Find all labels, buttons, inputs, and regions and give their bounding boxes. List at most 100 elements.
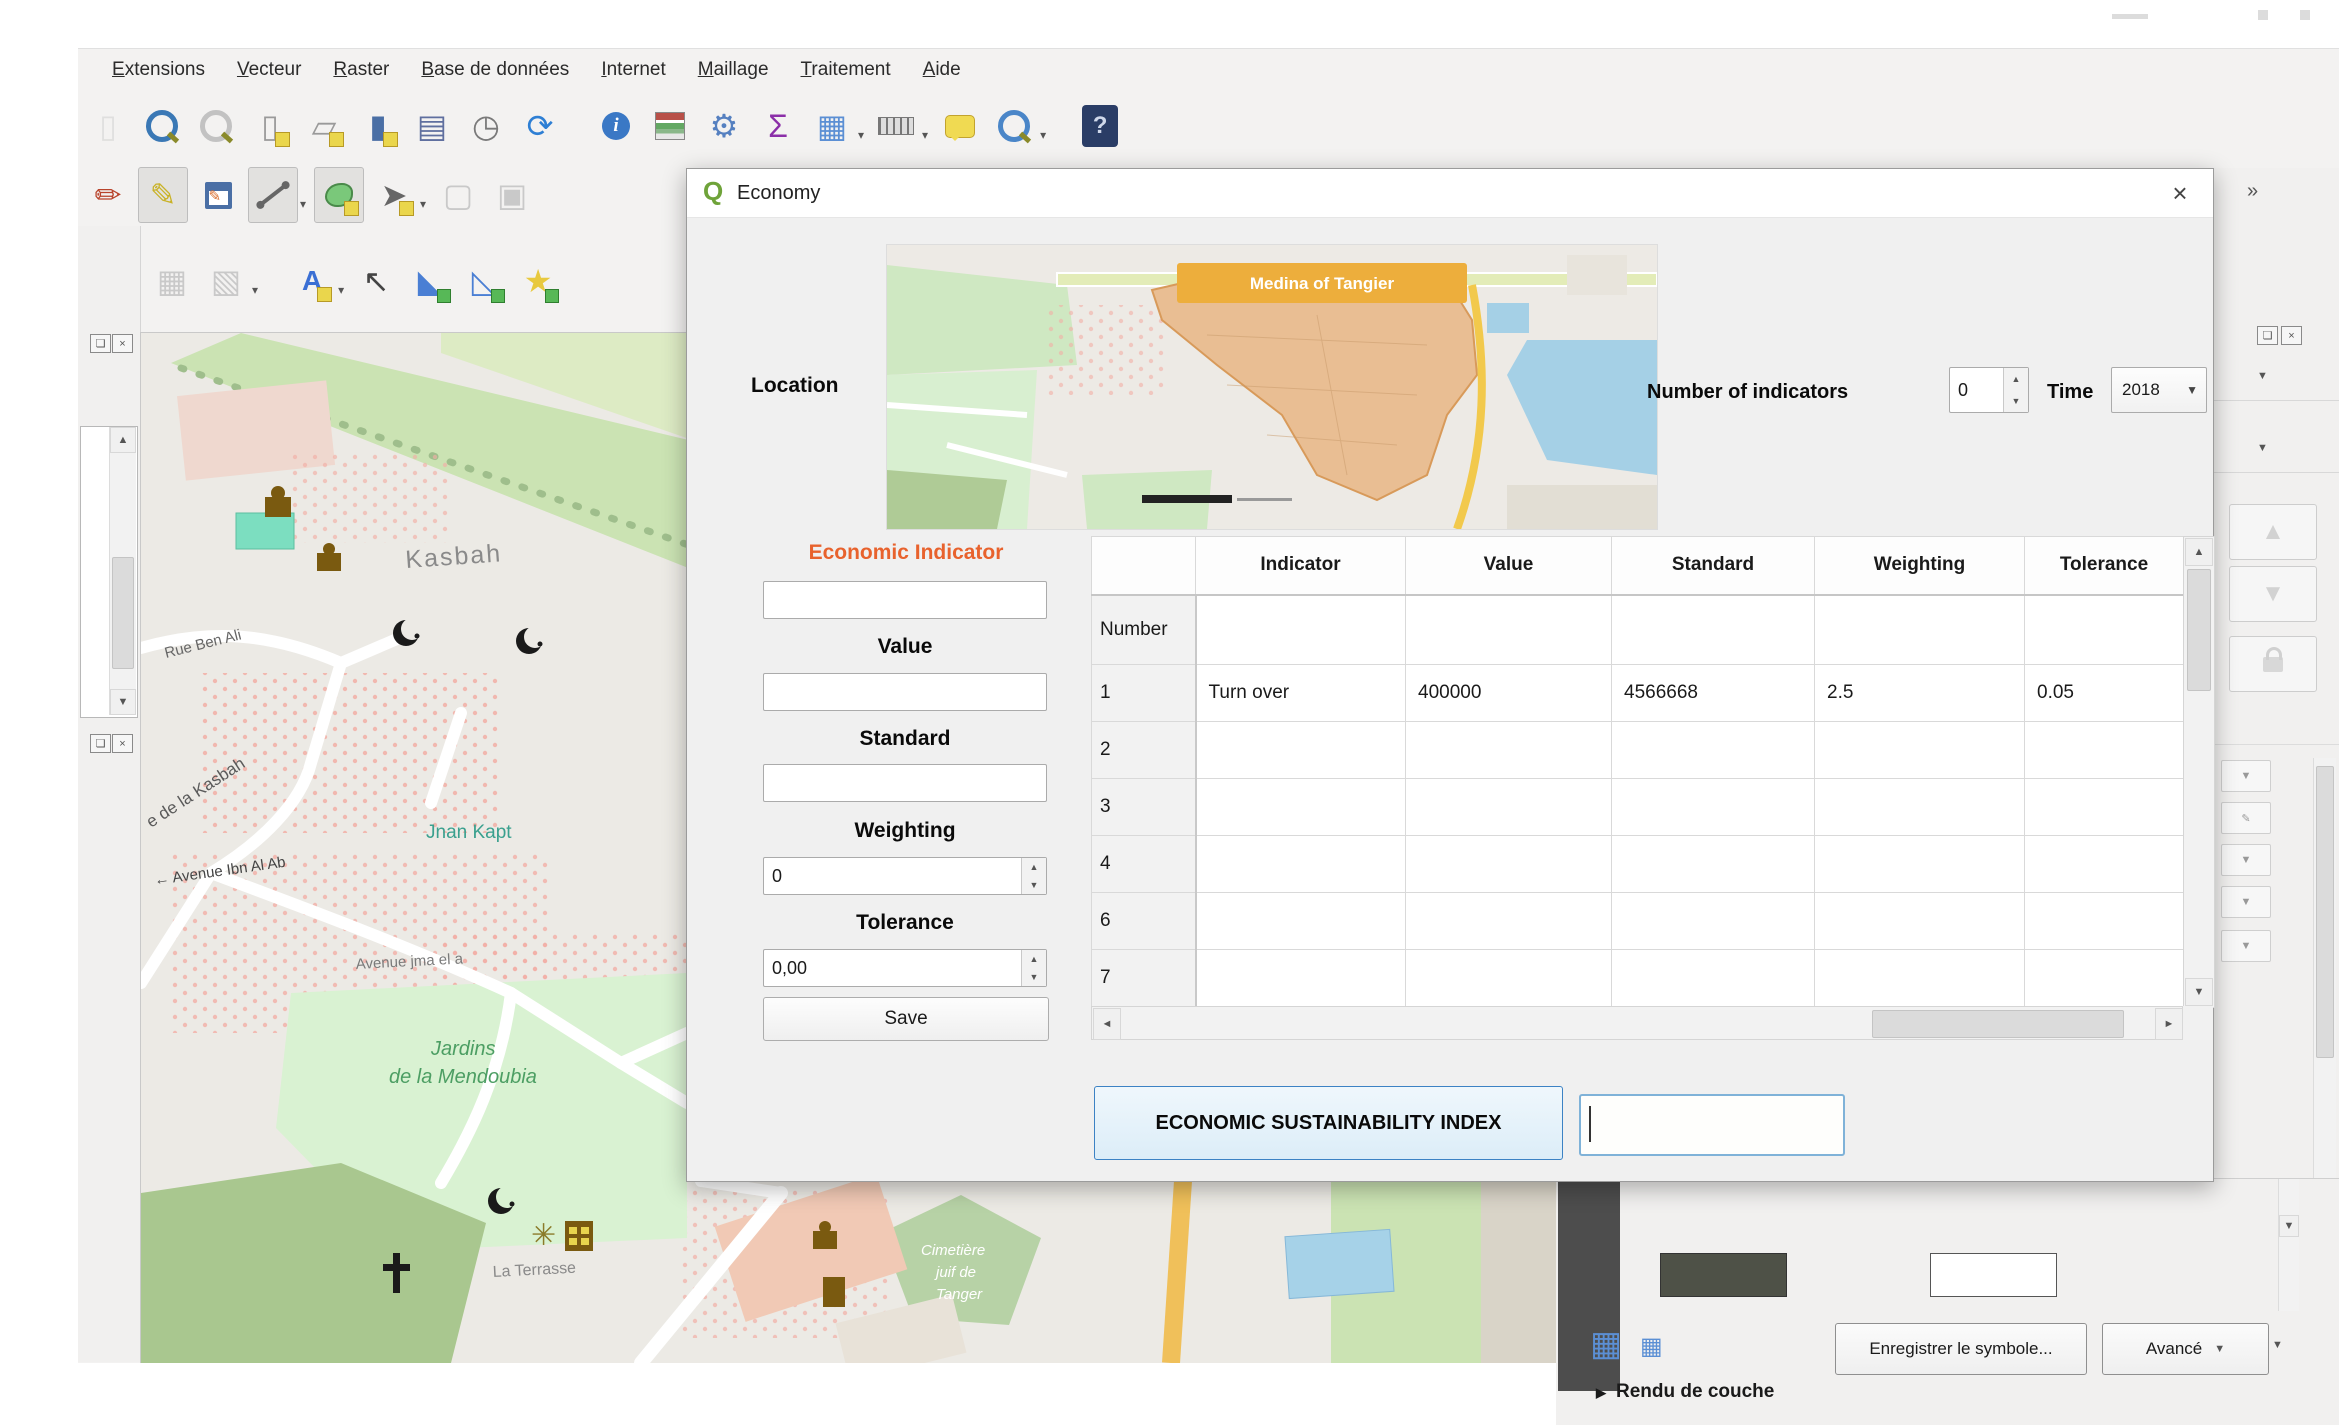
vertex-tool-icon-dropdown[interactable]: ▾	[420, 197, 426, 211]
scroll-thumb[interactable]	[1872, 1010, 2124, 1038]
table-cell[interactable]	[1195, 721, 1406, 779]
map-tips-icon[interactable]	[936, 99, 984, 153]
value-input[interactable]	[763, 673, 1047, 711]
row-header[interactable]: Number	[1091, 594, 1197, 665]
table-cell[interactable]	[1195, 892, 1406, 950]
zoom-search-icon[interactable]	[990, 99, 1038, 153]
open-attribute-table-icon[interactable]	[646, 99, 694, 153]
dock-close-icon[interactable]: ×	[112, 334, 133, 353]
zoom-next-icon[interactable]	[192, 99, 240, 153]
row-header[interactable]: 3	[1091, 778, 1197, 836]
table-cell[interactable]	[1611, 835, 1815, 893]
add-ring-icon[interactable]: ◣	[406, 254, 454, 308]
scroll-thumb[interactable]	[2316, 766, 2334, 1058]
add-polygon-feature-icon[interactable]	[314, 167, 365, 223]
lock-button[interactable]	[2229, 636, 2317, 692]
advanced-button[interactable]: Avancé ▼	[2102, 1323, 2269, 1375]
processing-toolbox-icon[interactable]: ⚙	[700, 99, 748, 153]
table-cell[interactable]	[2024, 892, 2184, 950]
table-cell[interactable]	[1814, 721, 2025, 779]
table-cell[interactable]	[1405, 892, 1612, 950]
copy-features-icon[interactable]: ▣	[488, 168, 536, 222]
table-cell[interactable]	[1405, 778, 1612, 836]
standard-input[interactable]	[763, 764, 1047, 802]
tolerance-spinner[interactable]: 0,00 ▲ ▼	[763, 949, 1047, 987]
new-spatialite-layer-icon[interactable]: ▮	[354, 99, 402, 153]
layer-diagram-icon[interactable]: ▧	[202, 254, 250, 308]
table-cell[interactable]	[1195, 778, 1406, 836]
scroll-left-icon[interactable]: ◄	[1093, 1008, 1121, 1040]
diagram-options-icon[interactable]: ▦	[148, 254, 196, 308]
close-icon[interactable]: ×	[2161, 177, 2199, 209]
layer-labeling-icon-dropdown[interactable]: ▾	[338, 283, 344, 297]
table-cell[interactable]: 4566668	[1611, 664, 1815, 722]
table-hscrollbar[interactable]: ◄ ►	[1091, 1006, 2183, 1040]
vertex-tool-icon[interactable]: ➤	[370, 168, 418, 222]
table-cell[interactable]	[1611, 594, 1815, 665]
new-project-icon[interactable]: ▯	[84, 99, 132, 153]
save-button[interactable]: Save	[763, 997, 1049, 1041]
data-defined-button[interactable]: ▼	[2221, 886, 2271, 918]
toggle-editing-icon[interactable]: ✎	[138, 167, 188, 223]
cut-features-icon[interactable]: ▢	[434, 168, 482, 222]
add-part-icon[interactable]: ◺	[460, 254, 508, 308]
table-cell[interactable]	[1814, 949, 2025, 1007]
dock-listbox[interactable]: ▲ ▼	[80, 426, 138, 718]
indicators-spinner[interactable]: 0 ▲ ▼	[1949, 367, 2029, 413]
column-header-standard[interactable]: Standard	[1611, 536, 1815, 596]
dock-scrollbar[interactable]: ▲ ▼	[109, 427, 136, 715]
chevron-down-icon[interactable]: ▼	[2272, 1339, 2283, 1351]
layer-labeling-icon[interactable]: A	[288, 254, 336, 308]
new-geopackage-layer-icon[interactable]: ▯	[246, 99, 294, 153]
zoom-last-icon[interactable]	[138, 99, 186, 153]
dock-float-icon[interactable]: ❏	[2257, 326, 2278, 345]
menu-item-vecteur[interactable]: Vecteur	[237, 59, 301, 81]
table-cell[interactable]	[1195, 949, 1406, 1007]
toolbar-overflow-icon[interactable]: »	[2247, 180, 2258, 203]
table-cell[interactable]	[1195, 835, 1406, 893]
scroll-thumb[interactable]	[112, 557, 134, 669]
new-shapefile-layer-icon[interactable]: ▱	[300, 99, 348, 153]
dock-close-icon[interactable]: ×	[112, 734, 133, 753]
save-layer-edits-icon[interactable]: ✎	[194, 168, 242, 222]
indicator-input[interactable]	[763, 581, 1047, 619]
move-up-button[interactable]: ▲	[2229, 504, 2317, 560]
dialog-titlebar[interactable]: Q Economy ×	[687, 169, 2213, 218]
symbol-preview-outline[interactable]	[1930, 1253, 2057, 1297]
digitize-segment-icon-dropdown[interactable]: ▾	[300, 197, 306, 211]
table-cell[interactable]: 0.05	[2024, 664, 2184, 722]
table-vscrollbar[interactable]: ▲ ▼	[2183, 536, 2215, 1008]
symbol-grid-small-icon[interactable]: ▦	[1640, 1335, 1663, 1359]
dock-float-icon[interactable]: ❏	[90, 334, 111, 353]
table-cell[interactable]	[1611, 721, 1815, 779]
table-cell[interactable]	[2024, 721, 2184, 779]
row-header[interactable]: 1	[1091, 664, 1197, 722]
indicators-table[interactable]: Indicator Value Standard Weighting Tolerance…	[1091, 536, 2184, 1007]
menu-item-extensions[interactable]: Extensions	[112, 59, 205, 81]
table-cell[interactable]	[1195, 594, 1406, 665]
table-cell[interactable]	[1814, 892, 2025, 950]
table-cell[interactable]	[1405, 835, 1612, 893]
combo-stub[interactable]: ▼	[2213, 426, 2339, 473]
column-header-tolerance[interactable]: Tolerance	[2024, 536, 2184, 596]
table-cell[interactable]	[1611, 892, 1815, 950]
scroll-up-icon[interactable]: ▲	[110, 427, 136, 453]
table-cell[interactable]	[1405, 594, 1612, 665]
scroll-up-icon[interactable]: ▲	[2185, 538, 2213, 566]
measure-icon[interactable]	[872, 99, 920, 153]
table-cell[interactable]	[2024, 835, 2184, 893]
refresh-icon[interactable]: ⟳	[516, 99, 564, 153]
weighting-spinner[interactable]: 0 ▲ ▼	[763, 857, 1047, 895]
column-header-value[interactable]: Value	[1405, 536, 1612, 596]
spinner-arrows-icon[interactable]: ▲ ▼	[1021, 950, 1046, 986]
symbol-preview-filled[interactable]	[1660, 1253, 1787, 1297]
zoom-search-icon-dropdown[interactable]: ▾	[1040, 128, 1046, 142]
row-header[interactable]: 7	[1091, 949, 1197, 1007]
identify-features-icon[interactable]: i	[592, 99, 640, 153]
statistical-summary-icon[interactable]: Σ	[754, 99, 802, 153]
table-cell[interactable]	[1814, 778, 2025, 836]
spinner-arrows-icon[interactable]: ▲ ▼	[1021, 858, 1046, 894]
layer-diagram-icon-dropdown[interactable]: ▾	[252, 283, 258, 297]
move-down-button[interactable]: ▼	[2229, 566, 2317, 622]
dock-float-icon[interactable]: ❏	[90, 734, 111, 753]
